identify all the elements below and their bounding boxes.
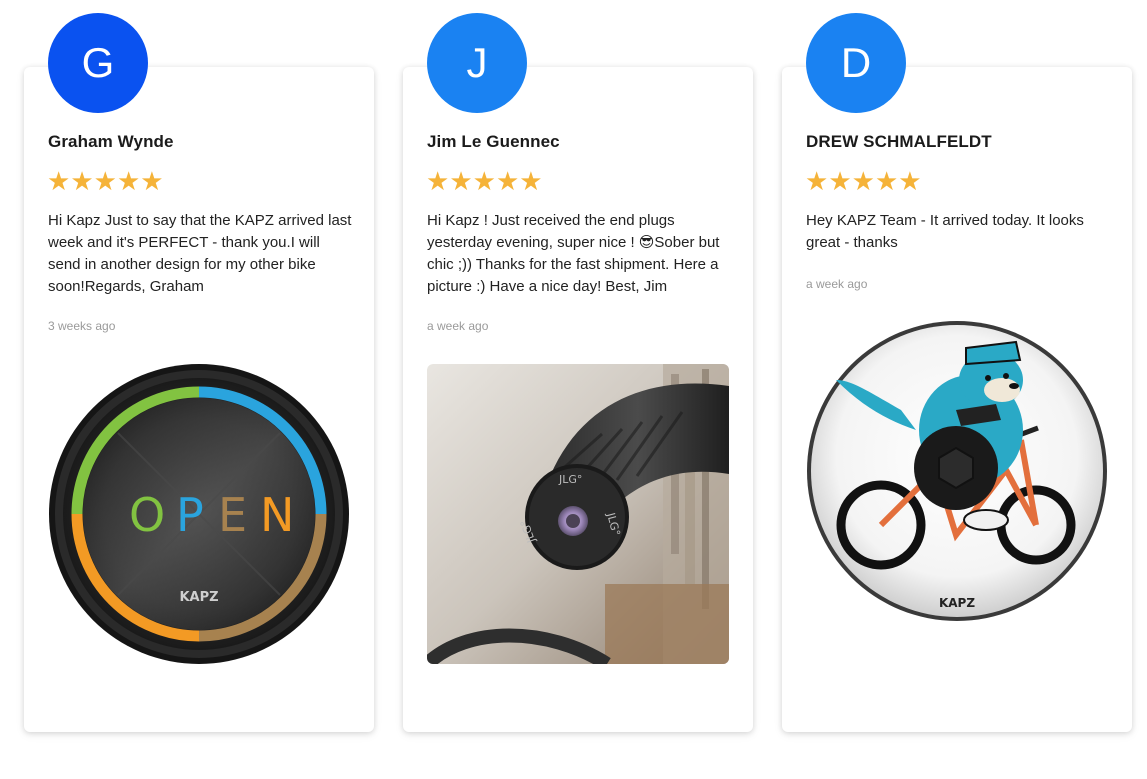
star-icon: ★ bbox=[828, 166, 852, 196]
review-photo[interactable]: O P E N KAPZ bbox=[48, 363, 350, 665]
review-photo[interactable]: KAPZ bbox=[806, 320, 1108, 622]
reviewer-name: Graham Wynde bbox=[48, 132, 174, 151]
review-time: a week ago bbox=[427, 319, 489, 333]
review-text: Hi Kapz Just to say that the KAPZ arrive… bbox=[48, 212, 352, 295]
brand-logo: KAPZ bbox=[939, 596, 975, 610]
star-icon: ★ bbox=[874, 166, 899, 196]
star-icon: ★ bbox=[805, 166, 829, 196]
review-card: D DREW SCHMALFELDT ★★★★★ Hey KAPZ Team -… bbox=[782, 13, 1132, 732]
avatar: G bbox=[48, 13, 148, 113]
review-card: J Jim Le Guennec ★★★★★ Hi Kapz ! Just re… bbox=[403, 13, 753, 732]
open-letter-o: O bbox=[129, 488, 165, 542]
star-rating: ★★★★★ bbox=[805, 166, 922, 196]
star-icon: ★ bbox=[93, 166, 117, 196]
open-letter-p: P bbox=[176, 488, 204, 542]
avatar: J bbox=[427, 13, 527, 113]
star-icon: ★ bbox=[140, 166, 164, 196]
review-time: 3 weeks ago bbox=[48, 319, 116, 333]
star-icon: ★ bbox=[519, 166, 543, 196]
star-icon: ★ bbox=[449, 166, 473, 196]
star-icon: ★ bbox=[47, 166, 71, 196]
review-text: Hey KAPZ Team - It arrived today. It loo… bbox=[806, 212, 1084, 251]
star-icon: ★ bbox=[70, 166, 94, 196]
reviewer-name: Jim Le Guennec bbox=[427, 132, 560, 151]
review-time: a week ago bbox=[806, 277, 868, 291]
open-letter-e: E bbox=[218, 488, 247, 542]
review-card: G Graham Wynde ★★★★★ Hi Kapz Just to say… bbox=[24, 13, 374, 732]
reviewer-name: DREW SCHMALFELDT bbox=[806, 132, 992, 151]
star-icon: ★ bbox=[426, 166, 450, 196]
brand-logo: KAPZ bbox=[179, 590, 218, 605]
star-icon: ★ bbox=[495, 166, 520, 196]
star-rating: ★★★★★ bbox=[426, 166, 543, 196]
avatar: D bbox=[806, 13, 906, 113]
review-text: Hi Kapz ! Just received the end plugs ye… bbox=[427, 212, 720, 295]
star-rating: ★★★★★ bbox=[47, 166, 164, 196]
star-icon: ★ bbox=[898, 166, 922, 196]
star-icon: ★ bbox=[851, 166, 875, 196]
plug-engraving-1: JLG° bbox=[558, 473, 582, 486]
open-letter-n: N bbox=[260, 488, 294, 542]
star-icon: ★ bbox=[472, 166, 496, 196]
star-icon: ★ bbox=[116, 166, 141, 196]
review-photo[interactable]: JLG° JLG° JLG° bbox=[427, 364, 729, 664]
